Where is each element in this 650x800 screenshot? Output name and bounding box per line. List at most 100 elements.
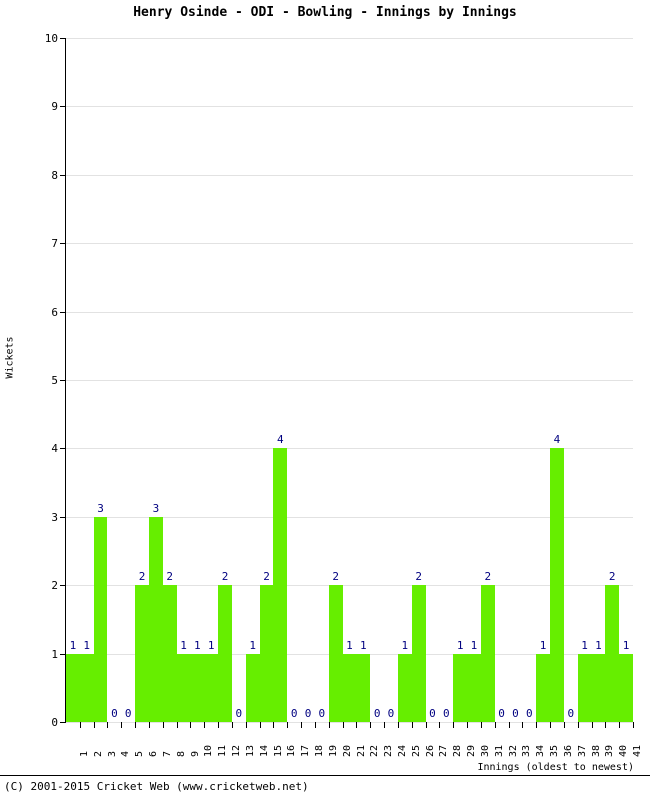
y-tick-label: 7	[51, 237, 58, 251]
bar-slot[interactable]: 1	[397, 38, 412, 722]
bar[interactable]	[259, 585, 274, 722]
bar[interactable]	[273, 448, 288, 722]
bar-slot[interactable]: 1	[619, 38, 633, 722]
footer-copyright: (C) 2001-2015 Cricket Web (www.cricketwe…	[4, 780, 309, 793]
x-tick-label: 38	[590, 744, 602, 757]
x-tick-label: 18	[314, 744, 325, 757]
bar-slot[interactable]: 0	[522, 38, 536, 722]
bar-slot[interactable]: 2	[480, 38, 495, 722]
bar-slot[interactable]: 4	[550, 38, 564, 722]
bar-slot[interactable]: 1	[245, 38, 260, 722]
bar-slot[interactable]: 1	[79, 38, 94, 722]
bar[interactable]	[605, 585, 620, 722]
bar-slot[interactable]: 1	[577, 38, 592, 722]
x-tick-label: 28	[452, 744, 464, 757]
y-tick-label: 5	[51, 374, 58, 387]
bar-slot[interactable]: 0	[370, 38, 384, 722]
x-tick-label: 15	[272, 744, 284, 757]
bar-slot[interactable]: 1	[356, 38, 371, 722]
bar-slot[interactable]: 2	[162, 38, 177, 722]
bar-slot[interactable]: 4	[273, 38, 288, 722]
y-tick-label: 6	[51, 305, 58, 319]
bar[interactable]	[176, 653, 191, 722]
bar[interactable]	[245, 653, 260, 722]
bar[interactable]	[162, 585, 177, 722]
bar-slot[interactable]: 0	[107, 38, 121, 722]
bar-slot[interactable]: 2	[605, 38, 620, 722]
bar-slot[interactable]: 0	[287, 38, 301, 722]
bar[interactable]	[619, 653, 633, 722]
y-tick-label: 10	[44, 32, 58, 45]
x-tick-label: 34	[535, 744, 547, 757]
x-tick-label: 7	[161, 750, 173, 757]
x-tick-label: 17	[300, 744, 312, 757]
bar-slot[interactable]: 0	[564, 38, 578, 722]
x-tick-mark	[204, 722, 206, 728]
bar[interactable]	[204, 653, 219, 722]
bar[interactable]	[135, 585, 149, 722]
x-tick-label: 20	[341, 744, 353, 757]
x-tick-label: 24	[396, 744, 408, 757]
bar-slot[interactable]: 0	[301, 38, 315, 722]
bar-slot[interactable]: 1	[453, 38, 468, 722]
bar-slot[interactable]: 2	[411, 38, 426, 722]
bar-slot[interactable]: 1	[204, 38, 219, 722]
x-tick-mark	[411, 722, 413, 728]
x-tick-mark	[273, 722, 275, 728]
bar[interactable]	[453, 653, 468, 722]
bar-slot[interactable]: 2	[135, 38, 149, 722]
bar[interactable]	[342, 653, 357, 722]
bar-slot[interactable]: 0	[232, 38, 246, 722]
bar-slot[interactable]: 0	[439, 38, 453, 722]
bar-slot[interactable]: 1	[66, 38, 80, 722]
y-tick-label: 4	[51, 442, 58, 456]
bar-slot[interactable]: 1	[536, 38, 551, 722]
bar-slot[interactable]: 1	[467, 38, 481, 722]
bar[interactable]	[148, 516, 163, 722]
bar-slot[interactable]: 0	[495, 38, 509, 722]
bar-slot[interactable]: 0	[121, 38, 135, 722]
bar-slot[interactable]: 1	[190, 38, 205, 722]
x-tick-mark	[245, 722, 247, 728]
bar-slot[interactable]: 1	[342, 38, 357, 722]
bar[interactable]	[577, 653, 592, 722]
bar[interactable]	[550, 448, 564, 722]
bar-slot[interactable]: 0	[315, 38, 329, 722]
bar-slot[interactable]: 2	[259, 38, 274, 722]
x-tick-mark	[453, 722, 455, 728]
bar[interactable]	[591, 653, 606, 722]
bar[interactable]	[79, 653, 94, 722]
bar[interactable]	[397, 653, 412, 722]
bar[interactable]	[328, 585, 343, 722]
x-tick-mark	[563, 722, 565, 728]
bar[interactable]	[411, 585, 426, 722]
x-tick-mark	[425, 722, 427, 728]
bar-slot[interactable]: 2	[218, 38, 232, 722]
bar[interactable]	[190, 653, 205, 722]
chart-title: Henry Osinde - ODI - Bowling - Innings b…	[133, 5, 517, 20]
bar-slot[interactable]: 0	[509, 38, 523, 722]
x-tick-label: 21	[355, 744, 367, 757]
bar[interactable]	[480, 585, 495, 722]
y-tick-label: 3	[51, 510, 58, 524]
bar[interactable]	[536, 653, 551, 722]
x-tick-mark	[384, 722, 386, 728]
x-tick-label: 14	[258, 744, 270, 757]
x-tick-label: 32	[507, 744, 519, 757]
y-tick-label: 1	[51, 647, 58, 661]
bar-slot[interactable]: 0	[426, 38, 440, 722]
bar[interactable]	[93, 516, 108, 722]
x-tick-label: 41	[632, 744, 644, 757]
bar-slot[interactable]: 2	[328, 38, 343, 722]
bar[interactable]	[467, 653, 481, 722]
x-tick-label: 9	[189, 750, 201, 757]
bar-slot[interactable]: 0	[384, 38, 398, 722]
x-tick-label: 25	[410, 744, 422, 757]
bar[interactable]	[66, 653, 80, 722]
bar[interactable]	[218, 585, 232, 722]
bar-slot[interactable]: 1	[176, 38, 191, 722]
bar-slot[interactable]: 1	[591, 38, 606, 722]
bar-slot[interactable]: 3	[93, 38, 108, 722]
bar-slot[interactable]: 3	[148, 38, 163, 722]
x-tick-label: 37	[576, 744, 588, 757]
